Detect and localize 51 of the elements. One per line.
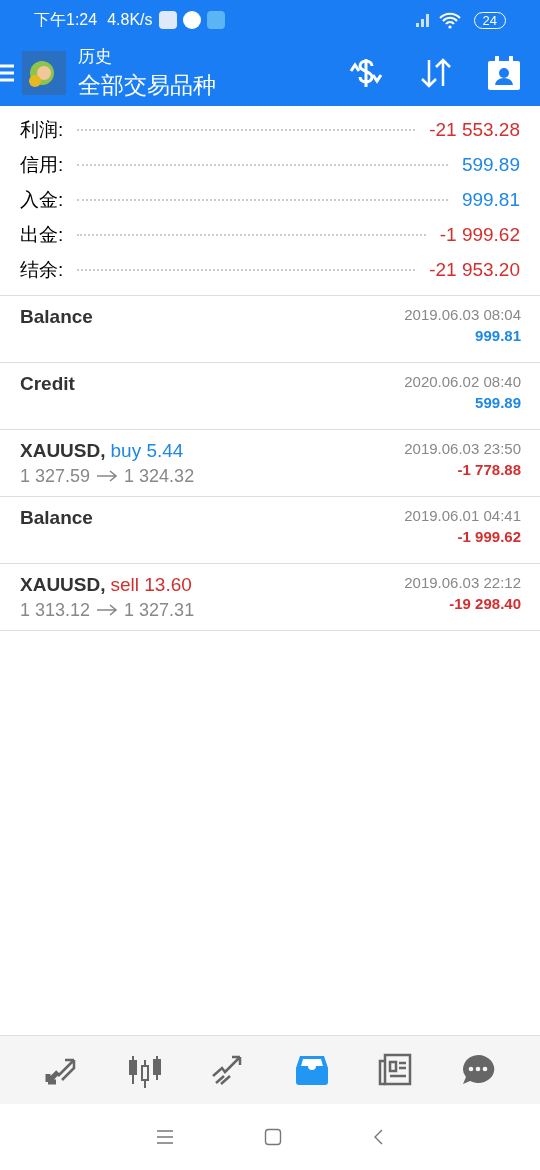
summary-label: 信用: [20, 152, 64, 177]
summary-value: -21 553.28 [429, 118, 520, 141]
close-price: 1 324.32 [124, 466, 195, 487]
deal-time: 2020.06.02 08:40 [404, 373, 521, 390]
status-time: 下午1:24 [34, 9, 98, 30]
summary-label: 出金: [20, 222, 64, 247]
deal-row[interactable]: XAUUSD, sell 13.60 1 313.12 1 327.31 2019.06.03 22:12 -19 298.40 [0, 564, 540, 631]
summary-label: 结余: [20, 257, 64, 282]
app-notification-icon [182, 11, 201, 29]
deal-amount: -19 298.40 [449, 595, 521, 612]
summary-value: -1 999.62 [439, 223, 520, 246]
summary-label: 入金: [20, 187, 64, 212]
deal-row[interactable]: Balance 2019.06.03 08:04 999.81 [0, 296, 540, 363]
account-calendar-icon[interactable] [488, 56, 520, 90]
deal-row[interactable]: Credit 2020.06.02 08:40 599.89 [0, 363, 540, 430]
open-price: 1 327.59 [20, 466, 91, 487]
deal-symbol: Balance [20, 306, 93, 328]
summary-value: 999.81 [461, 188, 520, 211]
summary-label: 利润: [20, 117, 64, 142]
deal-side: sell 13.60 [110, 574, 192, 596]
deal-amount: -1 999.62 [457, 528, 521, 545]
deal-symbol: XAUUSD, [20, 440, 106, 462]
deal-side: buy 5.44 [110, 440, 184, 462]
open-price: 1 313.12 [20, 600, 91, 621]
deal-time: 2019.06.03 08:04 [404, 306, 521, 323]
summary-value: 599.89 [461, 153, 520, 176]
deal-row[interactable]: XAUUSD, buy 5.44 1 327.59 1 324.32 2019.06.03 23:50 -1 778.88 [0, 430, 540, 497]
screen-title: 历史 [78, 46, 112, 68]
deal-amount: 599.89 [475, 394, 521, 411]
deal-row[interactable]: Balance 2019.06.01 04:41 -1 999.62 [0, 497, 540, 564]
network-speed: 4.8K/s [107, 11, 153, 29]
deal-amount: 999.81 [475, 327, 521, 344]
deal-amount: -1 778.88 [457, 461, 521, 478]
menu-icon[interactable] [0, 62, 14, 84]
summary-value: -21 953.20 [429, 258, 520, 281]
close-price: 1 327.31 [124, 600, 195, 621]
deal-time: 2019.06.01 04:41 [404, 507, 521, 524]
deal-time: 2019.06.03 23:50 [404, 440, 521, 457]
deal-symbol: Balance [20, 507, 93, 529]
home-icon[interactable] [264, 1128, 282, 1146]
app-notification-icon [206, 11, 225, 29]
newspaper-icon [376, 1052, 413, 1088]
deal-time: 2019.06.03 22:12 [404, 574, 521, 591]
deal-symbol: Credit [20, 373, 75, 395]
wifi-icon [437, 11, 462, 29]
deal-symbol: XAUUSD, [20, 574, 106, 596]
app-logo-icon [22, 51, 66, 95]
menu-icon[interactable] [156, 1129, 174, 1145]
symbol-filter[interactable]: 全部交易品种 [78, 70, 216, 101]
back-icon[interactable] [372, 1128, 384, 1146]
app-notification-icon [158, 11, 177, 29]
